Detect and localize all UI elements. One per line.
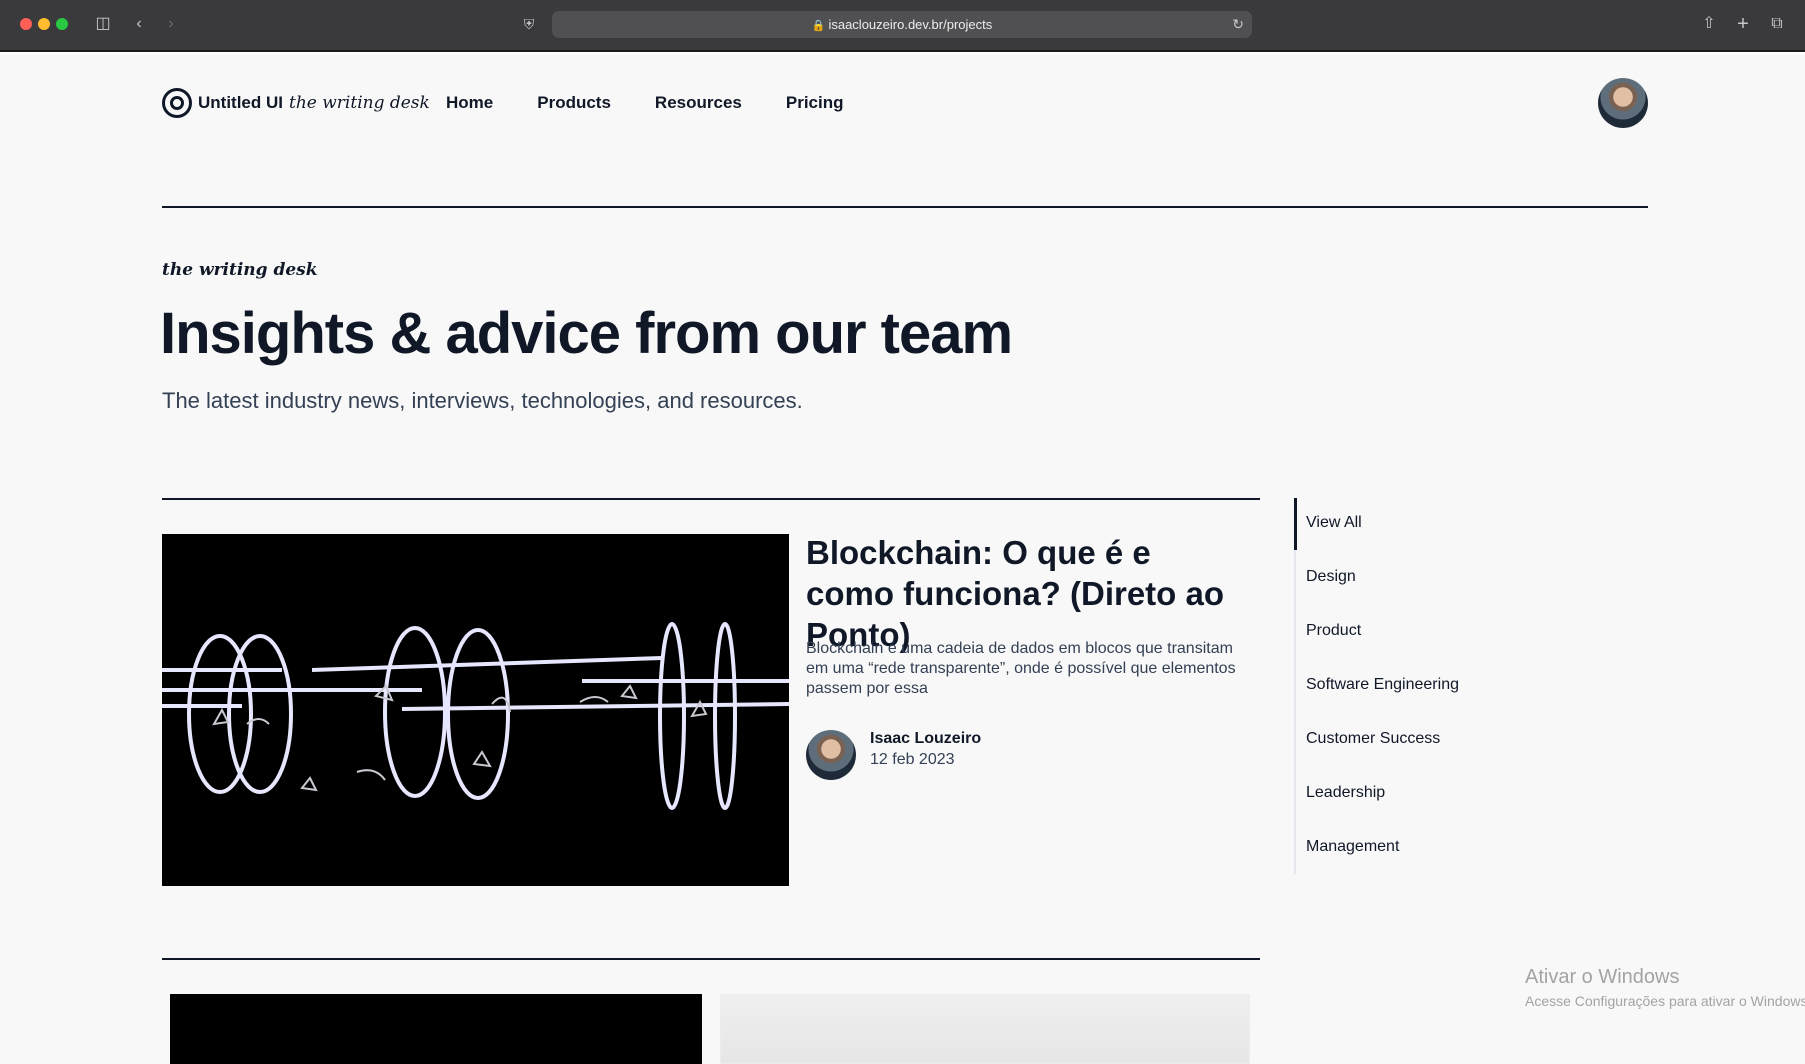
page-subtitle: The latest industry news, interviews, te… bbox=[162, 388, 803, 413]
nav-links: Home Products Resources Pricing bbox=[446, 78, 843, 128]
brand-name: Untitled UI bbox=[198, 93, 283, 112]
category-management[interactable]: Management bbox=[1306, 838, 1399, 856]
minimize-window-button[interactable] bbox=[38, 18, 50, 30]
lock-icon: 🔒 bbox=[811, 20, 826, 32]
active-category-indicator bbox=[1294, 498, 1297, 550]
top-nav: Untitled UI the writing desk Home Produc… bbox=[162, 78, 1648, 128]
watermark-title: Ativar o Windows bbox=[1525, 966, 1680, 988]
divider bbox=[162, 958, 1260, 960]
back-icon[interactable]: ‹ bbox=[130, 12, 148, 36]
share-icon[interactable]: ⇧ bbox=[1698, 12, 1720, 36]
privacy-shield-icon[interactable]: ⛨ bbox=[520, 12, 538, 36]
nav-link-resources[interactable]: Resources bbox=[655, 93, 742, 113]
post-thumbnail[interactable] bbox=[720, 994, 1250, 1064]
maximize-window-button[interactable] bbox=[56, 18, 68, 30]
page: Untitled UI the writing desk Home Produc… bbox=[0, 54, 1805, 1064]
nav-link-home[interactable]: Home bbox=[446, 93, 493, 113]
nav-link-pricing[interactable]: Pricing bbox=[786, 93, 844, 113]
forward-icon[interactable]: › bbox=[162, 12, 180, 36]
sidebar-toggle-icon[interactable]: ◫ bbox=[92, 12, 114, 36]
reload-icon[interactable]: ↻ bbox=[1232, 11, 1244, 38]
page-title: Insights & advice from our team bbox=[160, 301, 1013, 366]
author-name: Isaac Louzeiro bbox=[870, 730, 982, 747]
tab-overview-icon[interactable]: ⧉ bbox=[1766, 12, 1788, 36]
user-avatar[interactable] bbox=[1598, 78, 1648, 128]
category-software-engineering[interactable]: Software Engineering bbox=[1306, 676, 1459, 694]
logo-icon bbox=[162, 88, 192, 118]
featured-post-title[interactable]: Blockchain: O que é e como funciona? (Di… bbox=[806, 532, 1246, 655]
logo[interactable]: Untitled UI the writing desk bbox=[162, 78, 430, 128]
post-thumbnail[interactable] bbox=[170, 994, 702, 1064]
category-product[interactable]: Product bbox=[1306, 622, 1361, 640]
post-date: 12 feb 2023 bbox=[870, 751, 955, 768]
divider bbox=[162, 498, 1260, 500]
blockchain-rings-illustration bbox=[162, 622, 789, 810]
eyebrow-text: the writing desk bbox=[162, 260, 318, 280]
address-bar[interactable]: 🔒 isaaclouzeiro.dev.br/projects ↻ bbox=[552, 11, 1252, 38]
watermark-subtitle: Acesse Configurações para ativar o Windo… bbox=[1525, 993, 1805, 1009]
browser-toolbar: ◫ ‹ › ⛨ 🔒 isaaclouzeiro.dev.br/projects ↻… bbox=[0, 0, 1805, 52]
brand-script: the writing desk bbox=[289, 93, 430, 113]
category-filter-list: View All Design Product Software Enginee… bbox=[1294, 498, 1534, 874]
author-avatar bbox=[806, 730, 856, 780]
category-leadership[interactable]: Leadership bbox=[1306, 784, 1385, 802]
category-customer-success[interactable]: Customer Success bbox=[1306, 730, 1440, 748]
featured-post-image[interactable] bbox=[162, 534, 789, 886]
divider bbox=[162, 206, 1648, 208]
close-window-button[interactable] bbox=[20, 18, 32, 30]
url-text: isaaclouzeiro.dev.br/projects bbox=[828, 17, 993, 32]
new-tab-icon[interactable]: + bbox=[1732, 12, 1754, 36]
category-design[interactable]: Design bbox=[1306, 568, 1356, 586]
nav-link-products[interactable]: Products bbox=[537, 93, 611, 113]
windows-activation-watermark: Ativar o Windows Acesse Configurações pa… bbox=[1525, 966, 1805, 1009]
featured-post-excerpt: Blockchain é uma cadeia de dados em bloc… bbox=[806, 640, 1236, 697]
category-view-all[interactable]: View All bbox=[1306, 514, 1362, 532]
